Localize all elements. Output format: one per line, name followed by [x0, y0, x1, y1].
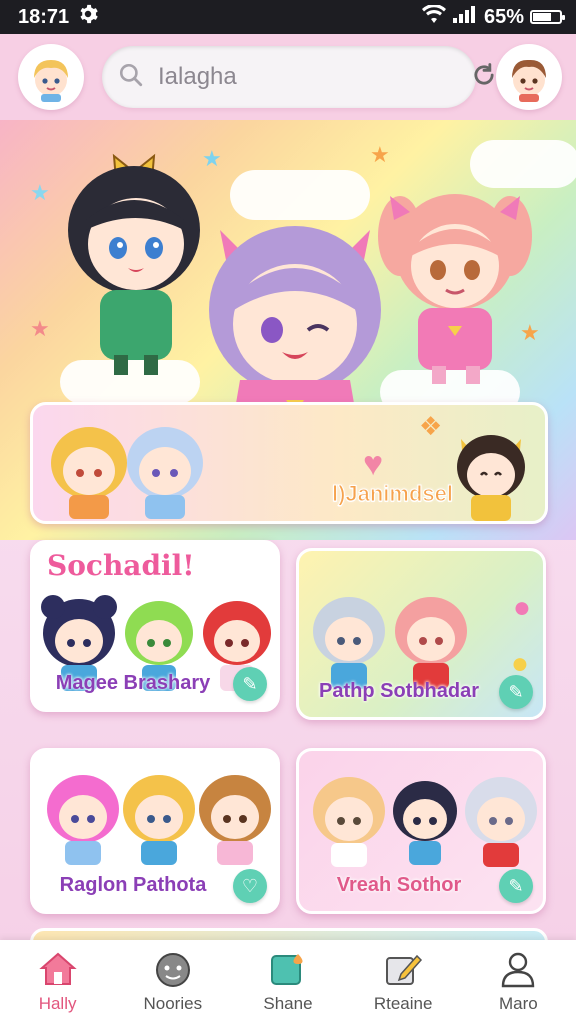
nav-label: Hally — [38, 994, 77, 1013]
status-bar: 18:71 65% — [0, 0, 576, 34]
search-bar[interactable] — [102, 46, 494, 108]
pencil-icon: ✎ — [242, 673, 258, 694]
brunette-avatar-icon — [512, 59, 546, 102]
nav-item-home[interactable]: Hally — [8, 950, 108, 1014]
featured-banner-card[interactable]: ♥ ❖ l)Janimdsel — [30, 402, 548, 524]
peach-hair-girl-figure — [378, 194, 532, 384]
search-input[interactable] — [156, 62, 470, 92]
star-icon: ★ — [30, 316, 50, 341]
favorite-button[interactable]: ♡ — [233, 869, 267, 903]
signal-icon — [452, 5, 478, 29]
refresh-icon[interactable] — [470, 61, 498, 94]
battery-percent: 65% — [483, 5, 524, 28]
home-icon — [38, 952, 77, 985]
face-icon — [155, 953, 190, 987]
settings-gear-icon — [77, 3, 99, 31]
pencil-icon: ✎ — [508, 681, 524, 702]
nav-label: Shane — [263, 994, 313, 1013]
edit-button[interactable]: ✎ — [499, 675, 533, 709]
edit-button[interactable]: ✎ — [233, 667, 267, 701]
heart-icon: ♥ — [363, 445, 384, 483]
battery-icon — [530, 10, 565, 24]
card-characters — [313, 777, 537, 867]
star-icon: ★ — [370, 142, 390, 167]
pencil-icon: ✎ — [508, 875, 524, 896]
star-icon: ★ — [30, 180, 50, 205]
card-characters — [313, 597, 467, 689]
bottom-navigation: Hally Noories Shane Rteaine Maro — [0, 940, 576, 1024]
nav-label: Rteaine — [373, 994, 433, 1013]
banner-title: l)Janimdsel — [331, 481, 453, 507]
nav-item-rteaine[interactable]: Rteaine — [353, 950, 453, 1014]
nav-item-noories[interactable]: Noories — [123, 950, 223, 1014]
nav-item-share[interactable]: Shane — [238, 950, 338, 1014]
user-avatar-button[interactable] — [18, 44, 84, 110]
friend-avatar-button[interactable] — [496, 44, 562, 110]
card-characters — [47, 775, 271, 865]
wifi-icon — [421, 4, 446, 29]
edit-icon — [386, 954, 423, 985]
app-screen: 18:71 65% Ialagha ★ ★ ★ ★ ★ ♥ ❖ l)Janimd… — [0, 0, 576, 1024]
profile-icon — [502, 952, 535, 988]
heart-check-icon: ♡ — [241, 875, 259, 896]
speech-bubble-icon: ● — [512, 591, 531, 624]
character-card[interactable]: Raglon Pathota ♡ — [30, 748, 280, 914]
banner-left-characters — [51, 427, 203, 519]
section-heading: Sochadil! — [47, 549, 195, 582]
nav-label: Maro — [498, 994, 538, 1013]
sparkle-icon: ❖ — [419, 411, 443, 441]
search-icon — [118, 62, 144, 93]
share-icon — [270, 954, 303, 985]
card-label: Magee Brashary — [55, 672, 211, 694]
card-label: Pathp Sotbhadar — [318, 680, 479, 702]
banner-right-character — [457, 435, 525, 521]
blonde-avatar-icon — [34, 60, 68, 102]
header — [0, 34, 576, 120]
card-label: Vreah Sothor — [336, 874, 462, 896]
character-card[interactable]: ● ● Pathp Sotbhadar ✎ — [296, 548, 546, 720]
status-time: 18:71 — [18, 5, 70, 28]
character-card[interactable]: Sochadil! Magee Brashary ✎ — [30, 540, 280, 712]
nav-label: Noories — [143, 994, 203, 1013]
character-card[interactable]: Vreah Sothor ✎ — [296, 748, 546, 914]
card-label: Raglon Pathota — [59, 874, 207, 896]
nav-item-profile[interactable]: Maro — [468, 950, 568, 1014]
edit-button[interactable]: ✎ — [499, 869, 533, 903]
